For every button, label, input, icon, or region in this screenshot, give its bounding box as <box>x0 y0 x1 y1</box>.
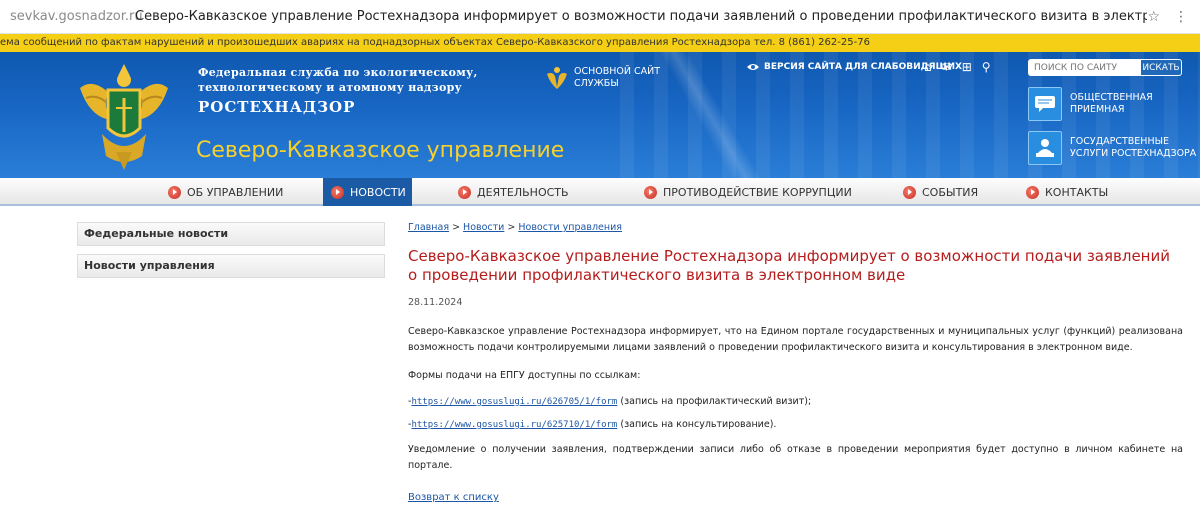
hotline-ticker: ема сообщений по фактам нарушений и прои… <box>0 34 1200 52</box>
search-button[interactable]: ИСКАТЬ <box>1140 59 1182 76</box>
play-bullet-icon <box>903 185 916 199</box>
page-tab-title: Северо-Кавказское управление Ростехнадзо… <box>135 9 1148 24</box>
nav-label-about: ОБ УПРАВЛЕНИИ <box>187 185 284 199</box>
article-intro: Северо-Кавказское управление Ростехнадзо… <box>408 326 1183 353</box>
visit-form-link[interactable]: https://www.gosuslugi.ru/626705/1/form <box>411 397 617 407</box>
public-reception-line2: ПРИЕМНАЯ <box>1070 104 1125 115</box>
eye-icon <box>747 64 759 70</box>
notice-text: Уведомление о получении заявления, подтв… <box>408 444 1183 471</box>
nav-item-activity[interactable]: ДЕЯТЕЛЬНОСТЬ <box>458 178 569 206</box>
search-input[interactable] <box>1028 59 1140 76</box>
sitemap-icon[interactable]: ⊞ <box>962 60 972 74</box>
breadcrumb-home-link[interactable]: Главная <box>408 222 449 233</box>
agency-name-line1: Федеральная служба по экологическому, <box>198 66 478 79</box>
bookmark-icon[interactable]: ☆ <box>1147 9 1160 25</box>
menu-icon[interactable]: ⋮ <box>1174 9 1188 25</box>
form-link-row-consult: -https://www.gosuslugi.ru/625710/1/form … <box>408 419 1183 430</box>
sidebar-item-federal-news[interactable]: Федеральные новости <box>77 222 385 246</box>
nav-item-anticorruption[interactable]: ПРОТИВОДЕЙСТВИЕ КОРРУПЦИИ <box>644 178 852 206</box>
mail-icon[interactable]: ✉ <box>942 60 952 74</box>
breadcrumb: Главная > Новости > Новости управления <box>408 222 1183 233</box>
address-bar[interactable]: sevkav.gosnadzor.ru <box>10 9 143 24</box>
play-bullet-icon <box>644 185 657 199</box>
nav-item-events[interactable]: СОБЫТИЯ <box>903 178 978 206</box>
nav-label-activity: ДЕЯТЕЛЬНОСТЬ <box>477 185 569 199</box>
network-icon[interactable]: ⚲ <box>982 60 991 74</box>
play-bullet-icon <box>458 185 471 199</box>
gov-services-line1: ГОСУДАРСТВЕННЫЕ <box>1070 136 1169 147</box>
back-row: Возврат к списку <box>408 492 1183 503</box>
breadcrumb-separator: > <box>449 222 464 233</box>
public-reception-link[interactable]: ОБЩЕСТВЕННАЯ ПРИЕМНАЯ <box>1028 87 1153 121</box>
article-date: 28.11.2024 <box>408 297 463 308</box>
play-bullet-icon <box>331 185 344 199</box>
public-reception-line1: ОБЩЕСТВЕННАЯ <box>1070 92 1153 103</box>
form-link-row-visit: -https://www.gosuslugi.ru/626705/1/form … <box>408 396 1183 407</box>
gov-services-link[interactable]: ГОСУДАРСТВЕННЫЕ УСЛУГИ РОСТЕХНАДЗОРА <box>1028 131 1196 165</box>
chat-icon <box>1028 87 1062 121</box>
nav-label-contacts: КОНТАКТЫ <box>1045 185 1109 199</box>
browser-toolbar: sevkav.gosnadzor.ru Северо-Кавказское уп… <box>0 0 1200 34</box>
play-bullet-icon <box>168 185 181 199</box>
main-site-line1: ОСНОВНОЙ САЙТ <box>574 66 661 77</box>
eagle-emblem-icon[interactable] <box>72 58 176 172</box>
consult-form-note: (запись на консультирование). <box>617 419 777 430</box>
consult-form-link[interactable]: https://www.gosuslugi.ru/625710/1/form <box>411 420 617 430</box>
play-bullet-icon <box>1026 185 1039 199</box>
nav-item-about[interactable]: ОБ УПРАВЛЕНИИ <box>168 178 283 206</box>
nav-item-contacts[interactable]: КОНТАКТЫ <box>1026 178 1108 206</box>
nav-label-news: НОВОСТИ <box>350 185 406 199</box>
gov-services-line2: УСЛУГИ РОСТЕХНАДЗОРА <box>1070 148 1197 159</box>
nav-label-anticorruption: ПРОТИВОДЕЙСТВИЕ КОРРУПЦИИ <box>663 185 852 199</box>
back-to-list-link[interactable]: Возврат к списку <box>408 492 499 503</box>
breadcrumb-section-link[interactable]: Новости управления <box>518 222 622 233</box>
main-site-link[interactable]: ОСНОВНОЙ САЙТ СЛУЖБЫ <box>546 65 660 91</box>
region-title: Северо-Кавказское управление <box>196 138 565 163</box>
article-title: Северо-Кавказское управление Ростехнадзо… <box>408 247 1170 284</box>
main-nav: ОБ УПРАВЛЕНИИ НОВОСТИ ДЕЯТЕЛЬНОСТЬ ПРОТИ… <box>0 178 1200 206</box>
site-header: Федеральная служба по экологическому, те… <box>0 52 1200 178</box>
home-icon[interactable]: ⌂ <box>924 60 932 74</box>
mini-eagle-icon <box>547 67 567 89</box>
agency-short-name: РОСТЕХНАДЗОР <box>198 98 356 116</box>
sidebar-item-department-news[interactable]: Новости управления <box>77 254 385 278</box>
forms-heading: Формы подачи на ЕПГУ доступны по ссылкам… <box>408 370 641 381</box>
person-desk-icon <box>1028 131 1062 165</box>
visit-form-note: (запись на профилактический визит); <box>617 396 812 407</box>
breadcrumb-separator: > <box>504 222 519 233</box>
agency-name-line2: технологическому и атомному надзору <box>198 81 462 94</box>
breadcrumb-news-link[interactable]: Новости <box>463 222 504 233</box>
article: Главная > Новости > Новости управления С… <box>408 222 1183 503</box>
main-site-line2: СЛУЖБЫ <box>574 78 619 89</box>
sidebar: Федеральные новости Новости управления <box>77 222 385 286</box>
nav-item-news[interactable]: НОВОСТИ <box>323 178 412 206</box>
nav-label-events: СОБЫТИЯ <box>922 185 979 199</box>
